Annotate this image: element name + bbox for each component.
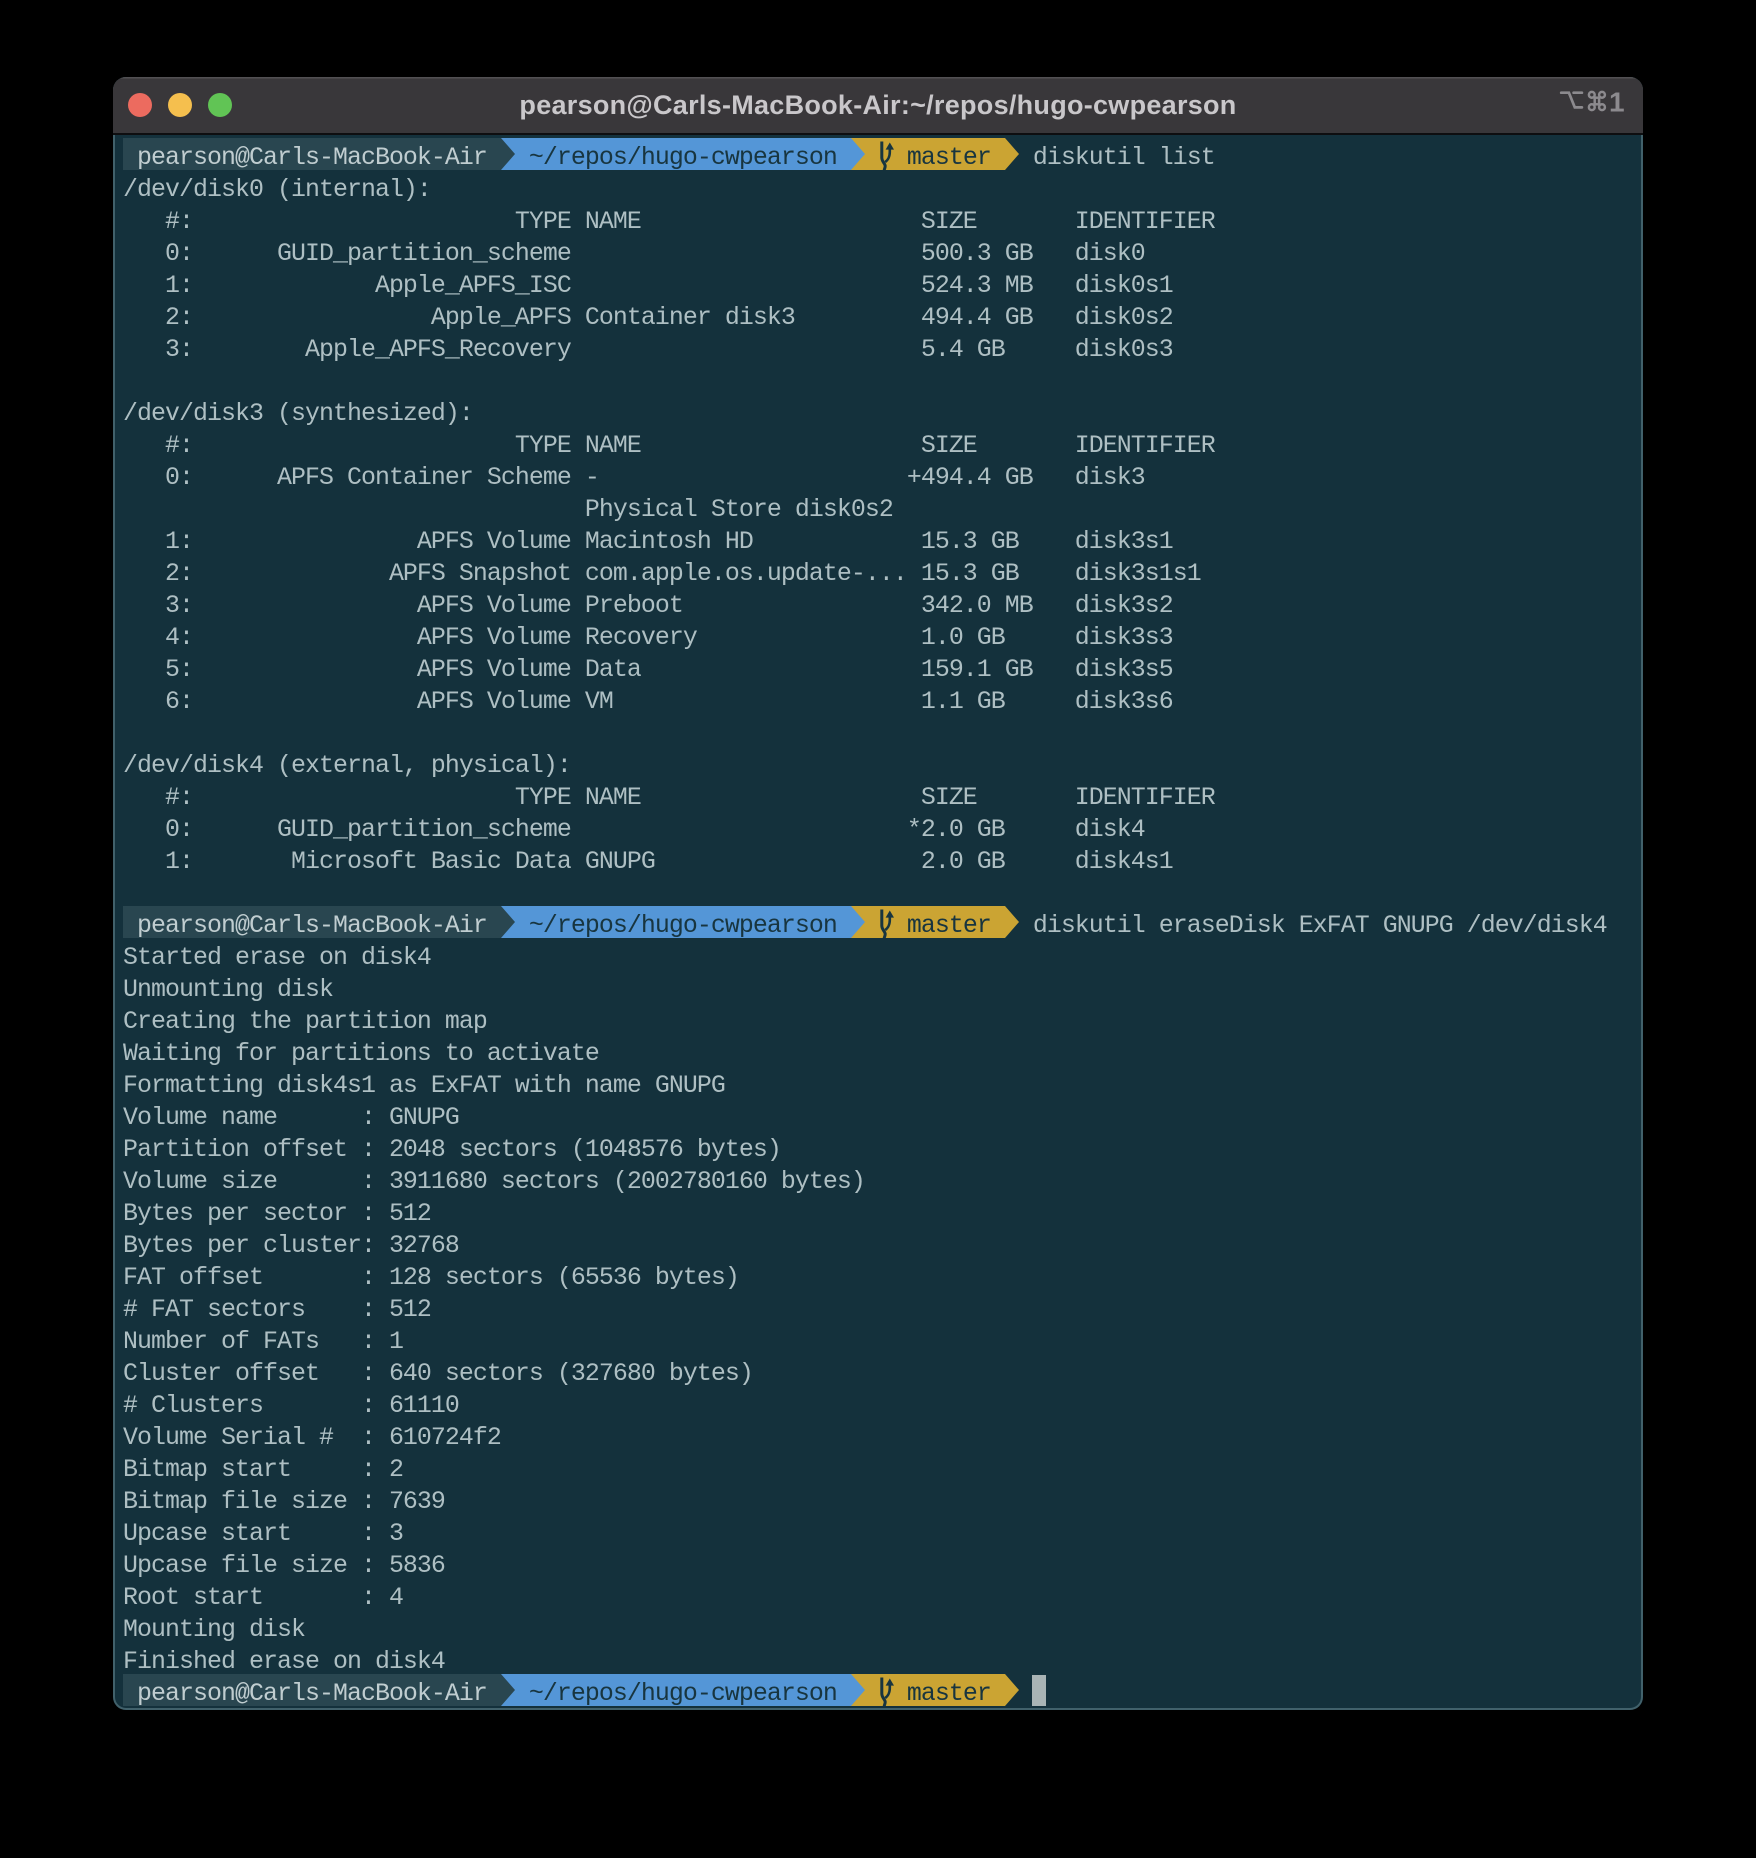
svg-text:1: 1 bbox=[1609, 89, 1625, 117]
